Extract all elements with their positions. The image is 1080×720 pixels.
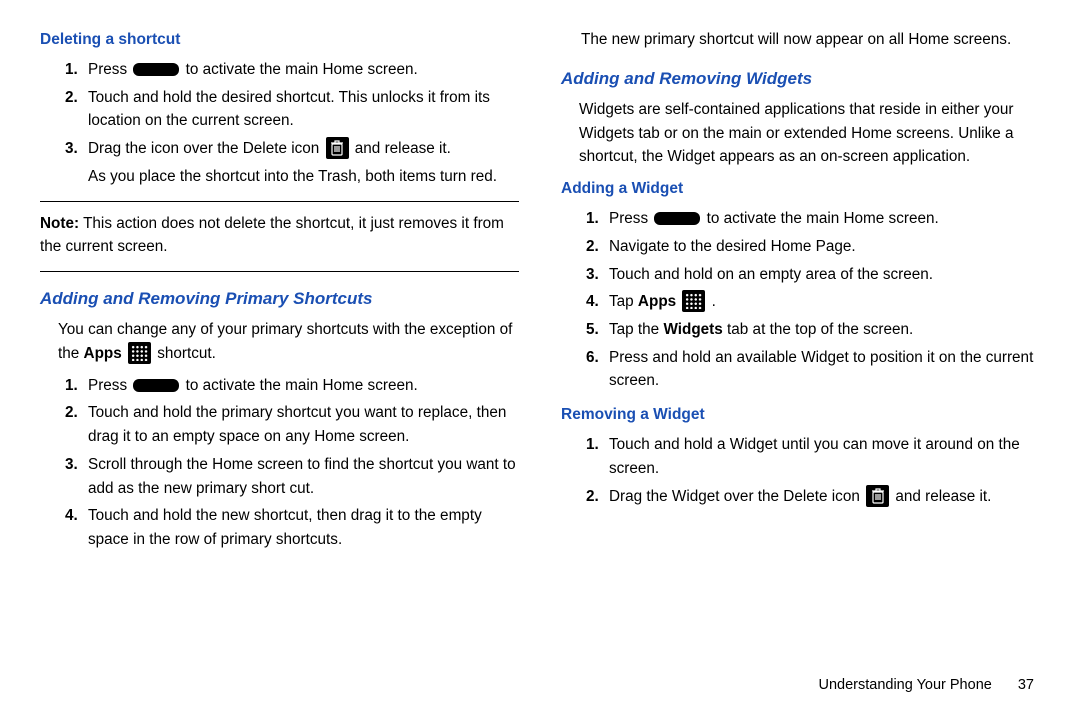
apps-grid-icon bbox=[128, 342, 151, 364]
list-item: Press to activate the main Home screen. bbox=[603, 207, 1040, 231]
step-note: As you place the shortcut into the Trash… bbox=[88, 165, 519, 189]
list-item: Touch and hold on an empty area of the s… bbox=[603, 263, 1040, 287]
left-column: Deleting a shortcut Press to activate th… bbox=[40, 24, 519, 664]
step-text: to activate the main Home screen. bbox=[181, 377, 417, 394]
continuation-text: The new primary shortcut will now appear… bbox=[581, 28, 1040, 52]
heading-widgets: Adding and Removing Widgets bbox=[561, 66, 1040, 92]
list-item: Tap Apps . bbox=[603, 290, 1040, 314]
primary-intro: You can change any of your primary short… bbox=[58, 318, 519, 365]
list-item: Tap the Widgets tab at the top of the sc… bbox=[603, 318, 1040, 342]
list-item: Press and hold an available Widget to po… bbox=[603, 346, 1040, 393]
primary-shortcut-steps: Press to activate the main Home screen. … bbox=[40, 374, 519, 552]
step-text: and release it. bbox=[351, 140, 451, 157]
page-footer: Understanding Your Phone 37 bbox=[40, 674, 1040, 696]
footer-section: Understanding Your Phone bbox=[818, 677, 991, 693]
note: Note: This action does not delete the sh… bbox=[40, 212, 519, 259]
list-item: Press to activate the main Home screen. bbox=[82, 374, 519, 398]
step-text: tab at the top of the screen. bbox=[723, 321, 914, 338]
list-item: Touch and hold the primary shortcut you … bbox=[82, 401, 519, 448]
list-item: Touch and hold the new shortcut, then dr… bbox=[82, 504, 519, 551]
widgets-intro: Widgets are self-contained applications … bbox=[579, 98, 1040, 169]
remove-widget-steps: Touch and hold a Widget until you can mo… bbox=[561, 433, 1040, 508]
heading-adding-widget: Adding a Widget bbox=[561, 177, 1040, 201]
step-text: to activate the main Home screen. bbox=[702, 210, 938, 227]
add-widget-steps: Press to activate the main Home screen. … bbox=[561, 207, 1040, 393]
divider bbox=[40, 201, 519, 202]
note-text: This action does not delete the shortcut… bbox=[40, 215, 504, 256]
step-text: Press bbox=[609, 210, 652, 227]
list-item: Drag the Widget over the Delete icon and… bbox=[603, 485, 1040, 509]
step-text: and release it. bbox=[891, 488, 991, 505]
step-text: . bbox=[707, 293, 716, 310]
home-button-icon bbox=[654, 212, 700, 225]
page-number: 37 bbox=[1018, 674, 1034, 696]
step-text: to activate the main Home screen. bbox=[181, 61, 417, 78]
step-text: Drag the Widget over the Delete icon bbox=[609, 488, 864, 505]
right-column: The new primary shortcut will now appear… bbox=[561, 24, 1040, 664]
step-text: Tap bbox=[609, 293, 638, 310]
apps-label: Apps bbox=[84, 345, 122, 362]
list-item: Scroll through the Home screen to find t… bbox=[82, 453, 519, 500]
list-item: Drag the icon over the Delete icon and r… bbox=[82, 137, 519, 188]
widgets-label: Widgets bbox=[663, 321, 722, 338]
apps-grid-icon bbox=[682, 290, 705, 312]
list-item: Press to activate the main Home screen. bbox=[82, 58, 519, 82]
heading-deleting-shortcut: Deleting a shortcut bbox=[40, 28, 519, 52]
step-text: Press bbox=[88, 377, 131, 394]
step-text: Tap the bbox=[609, 321, 663, 338]
delete-shortcut-steps: Press to activate the main Home screen. … bbox=[40, 58, 519, 189]
trash-icon bbox=[866, 485, 889, 507]
apps-label: Apps bbox=[638, 293, 676, 310]
list-item: Navigate to the desired Home Page. bbox=[603, 235, 1040, 259]
home-button-icon bbox=[133, 379, 179, 392]
list-item: Touch and hold a Widget until you can mo… bbox=[603, 433, 1040, 480]
heading-primary-shortcuts: Adding and Removing Primary Shortcuts bbox=[40, 286, 519, 312]
intro-text: shortcut. bbox=[153, 345, 216, 362]
home-button-icon bbox=[133, 63, 179, 76]
step-text: Drag the icon over the Delete icon bbox=[88, 140, 324, 157]
divider bbox=[40, 271, 519, 272]
note-label: Note: bbox=[40, 215, 79, 232]
heading-removing-widget: Removing a Widget bbox=[561, 403, 1040, 427]
step-text: Press bbox=[88, 61, 131, 78]
intro-text: You can change any of your primary short… bbox=[58, 321, 512, 362]
trash-icon bbox=[326, 137, 349, 159]
list-item: Touch and hold the desired shortcut. Thi… bbox=[82, 86, 519, 133]
